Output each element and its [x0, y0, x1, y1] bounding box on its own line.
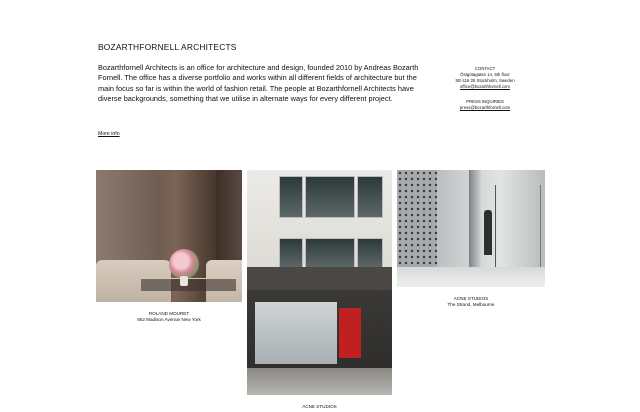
project-location: 952 Madison Avenue New York — [137, 317, 201, 323]
project-location: The Strand, Melbourne — [447, 302, 495, 308]
project-caption-acne-studios-melbourne[interactable]: ACNE STUDIOS The Strand, Melbourne — [397, 296, 545, 309]
site-title[interactable]: BOZARTHFORNELL ARCHITECTS — [98, 42, 237, 52]
press-email-link[interactable]: press@bozarthfornell.com — [460, 105, 510, 110]
intro-text: Bozarthfornell Architects is an office f… — [98, 63, 419, 104]
project-image-acne-studios-ny[interactable] — [247, 170, 392, 395]
project-caption-acne-studios-ny[interactable]: ACNE STUDIOS — [247, 404, 392, 410]
project-name: ACNE STUDIOS — [302, 404, 337, 409]
project-image-roland-mouret[interactable] — [96, 170, 242, 302]
project-caption-roland-mouret[interactable]: ROLAND MOURET 952 Madison Avenue New Yor… — [96, 311, 242, 324]
contact-email-link[interactable]: office@bozarthfornell.com — [460, 84, 510, 89]
contact-block: CONTACT Östgötagatan 14, 5th floor SE-11… — [440, 66, 530, 112]
project-image-acne-studios-melbourne[interactable] — [397, 170, 545, 287]
more-info-link[interactable]: More info — [98, 131, 120, 137]
